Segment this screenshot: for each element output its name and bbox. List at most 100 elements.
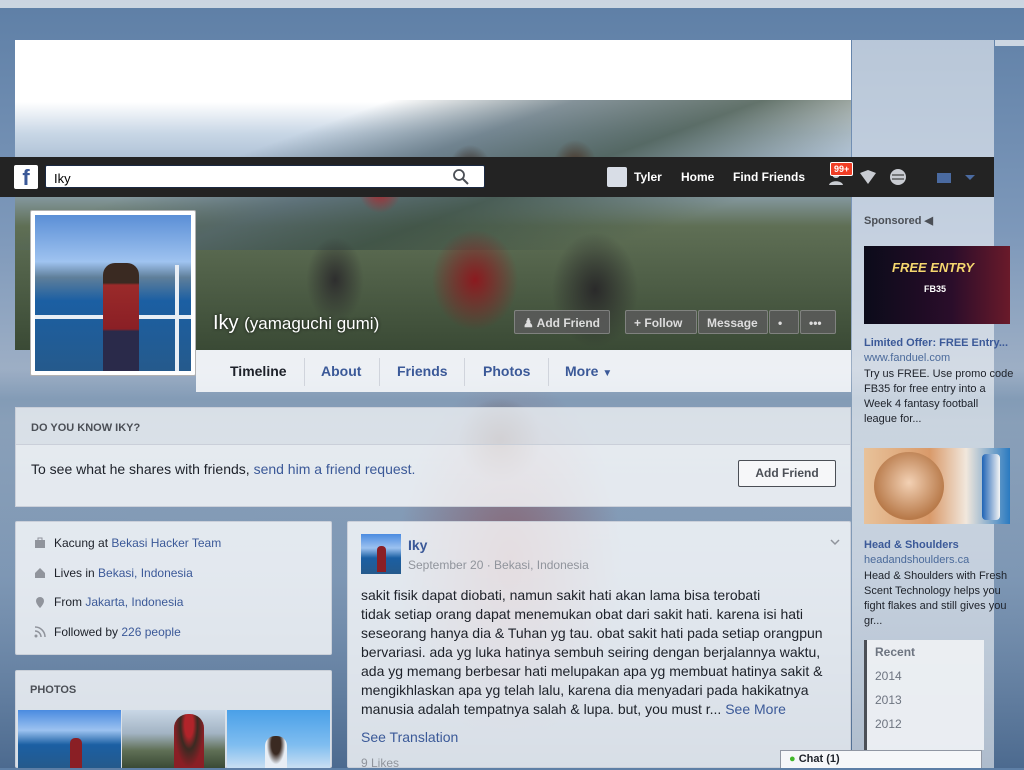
post-line: bervariasi. ada yg luka hatinya sembuh s…: [361, 644, 821, 660]
ad-desc-fanduel: Try us FREE. Use promo code FB35 for fre…: [864, 368, 1014, 425]
chevron-down-icon[interactable]: [960, 167, 980, 187]
year-2014[interactable]: 2014: [867, 664, 984, 688]
profile-person: [103, 263, 139, 371]
ad-banner-code: FB35: [924, 284, 947, 294]
briefcase-icon: [35, 537, 45, 548]
see-more-link[interactable]: See More: [725, 701, 786, 717]
poke-button[interactable]: •: [769, 310, 799, 334]
tab-divider: [379, 358, 380, 386]
followers-row: Followed by 226 people: [34, 625, 181, 639]
plus-icon: +: [634, 316, 642, 330]
shampoo-bottle-image: [982, 454, 1000, 520]
ad-model-image: [874, 452, 944, 520]
sponsored-label: Sponsored ◀: [864, 215, 933, 227]
background-rail: [0, 0, 1024, 8]
post-body: sakit fisik dapat diobati, namun sakit h…: [361, 586, 841, 719]
nav-profile-link[interactable]: Tyler: [607, 165, 662, 189]
lives-in-link[interactable]: Bekasi, Indonesia: [98, 566, 193, 580]
do-you-know-body: To see what he shares with friends, send…: [15, 445, 851, 507]
tab-about[interactable]: About: [321, 363, 361, 379]
chat-label: Chat (1): [798, 753, 840, 765]
intro-card: Kacung at Bekasi Hacker Team Lives in Be…: [15, 521, 332, 655]
from-row: From Jakarta, Indonesia: [34, 595, 183, 609]
nav-user-name: Tyler: [634, 170, 662, 184]
nav-find-friends-link[interactable]: Find Friends: [733, 170, 805, 184]
notifications-globe-icon[interactable]: [888, 167, 908, 187]
gear-icon: •: [778, 316, 783, 330]
see-translation-link[interactable]: See Translation: [361, 729, 458, 745]
post-line: tidak setiap orang dapat menemukan obat …: [361, 606, 804, 622]
ad-url-head-shoulders[interactable]: headandshoulders.ca: [864, 554, 969, 566]
work-row: Kacung at Bekasi Hacker Team: [34, 536, 221, 550]
post-author-avatar[interactable]: [361, 534, 401, 574]
add-friend-button[interactable]: Add Friend: [738, 460, 836, 487]
ad-title-fanduel[interactable]: Limited Offer: FREE Entry...: [864, 337, 1009, 349]
add-friend-cover-button[interactable]: ♟ Add Friend: [514, 310, 610, 334]
tab-divider: [304, 358, 305, 386]
photo-thumbnail[interactable]: [18, 710, 121, 768]
tab-more[interactable]: More ▼: [565, 363, 612, 379]
year-recent[interactable]: Recent: [867, 640, 984, 664]
caret-down-icon: ▼: [602, 368, 613, 379]
profile-picture-image: [35, 215, 191, 371]
do-you-know-header: DO YOU KNOW IKY?: [15, 407, 851, 445]
chat-online-icon: ●: [789, 753, 796, 765]
ad-banner-fanduel[interactable]: FREE ENTRY FB35: [864, 246, 1010, 324]
facebook-logo-icon[interactable]: f: [14, 165, 38, 190]
avatar: [607, 167, 627, 187]
profile-name-main[interactable]: Iky: [213, 312, 239, 334]
ship-rail: [175, 265, 179, 371]
post-line: ada yg memang berbesar hati melupakan ap…: [361, 663, 823, 679]
privacy-shortcuts-icon[interactable]: [934, 167, 954, 187]
tab-divider: [464, 358, 465, 386]
year-2012[interactable]: 2012: [867, 712, 984, 736]
post-line: mengikhlaskan apa yg telah lalu, karena …: [361, 682, 809, 698]
chevron-down-icon[interactable]: [829, 536, 841, 548]
thumbnail-person: [70, 738, 82, 768]
work-link[interactable]: Bekasi Hacker Team: [111, 536, 221, 550]
profile-name: Iky (yamaguchi gumi): [213, 312, 379, 335]
post-author-name[interactable]: Iky: [408, 537, 427, 553]
thumbnail-person: [265, 736, 287, 768]
post-meta[interactable]: September 20 · Bekasi, Indonesia: [408, 558, 589, 572]
follow-button[interactable]: + Follow: [625, 310, 697, 334]
profile-alternate-name: (yamaguchi gumi): [244, 314, 380, 333]
friend-requests-badge: 99+: [830, 162, 854, 176]
more-options-button[interactable]: •••: [800, 310, 836, 334]
profile-tab-bar: Timeline About Friends Photos More ▼: [196, 350, 851, 392]
from-link[interactable]: Jakarta, Indonesia: [85, 595, 183, 609]
location-pin-icon: [36, 597, 44, 608]
top-navbar: f Tyler Home Find Friends 99+: [0, 157, 994, 197]
avatar-person: [377, 546, 386, 572]
tab-photos[interactable]: Photos: [483, 363, 530, 379]
ad-banner-head-shoulders[interactable]: [864, 448, 1010, 524]
photo-thumbnail[interactable]: [227, 710, 330, 768]
post-line: seseorang hanya dia & Tuhan yg tau. obat…: [361, 625, 823, 641]
friend-request-link[interactable]: send him a friend request.: [254, 461, 416, 477]
chat-bar[interactable]: ● Chat (1): [780, 750, 982, 768]
nav-home-link[interactable]: Home: [681, 170, 714, 184]
messages-icon[interactable]: [858, 167, 878, 187]
home-icon: [35, 568, 45, 578]
add-friend-icon: ♟: [523, 316, 534, 330]
do-you-know-text: To see what he shares with friends, send…: [31, 461, 416, 477]
year-2013[interactable]: 2013: [867, 688, 984, 712]
message-button[interactable]: Message: [698, 310, 768, 334]
search-input[interactable]: [52, 169, 446, 187]
post-line-last: manusia adalah tempatnya salah & lupa. b…: [361, 701, 786, 717]
ad-url-fanduel[interactable]: www.fanduel.com: [864, 352, 950, 364]
ad-banner-title: FREE ENTRY: [892, 260, 975, 275]
background-rail: [995, 40, 1024, 46]
megaphone-icon: ◀: [924, 215, 933, 227]
search-icon[interactable]: [452, 168, 470, 186]
photo-thumbnail[interactable]: [122, 710, 225, 768]
lives-in-row: Lives in Bekasi, Indonesia: [34, 566, 193, 580]
tab-timeline[interactable]: Timeline: [230, 363, 287, 379]
tab-friends[interactable]: Friends: [397, 363, 448, 379]
ad-title-head-shoulders[interactable]: Head & Shoulders: [864, 539, 1009, 551]
photos-heading[interactable]: PHOTOS: [30, 684, 76, 696]
ad-desc-head-shoulders: Head & Shoulders with Fresh Scent Techno…: [864, 570, 1008, 627]
followers-link[interactable]: 226 people: [121, 625, 180, 639]
tab-divider: [548, 358, 549, 386]
profile-picture[interactable]: [30, 210, 196, 376]
